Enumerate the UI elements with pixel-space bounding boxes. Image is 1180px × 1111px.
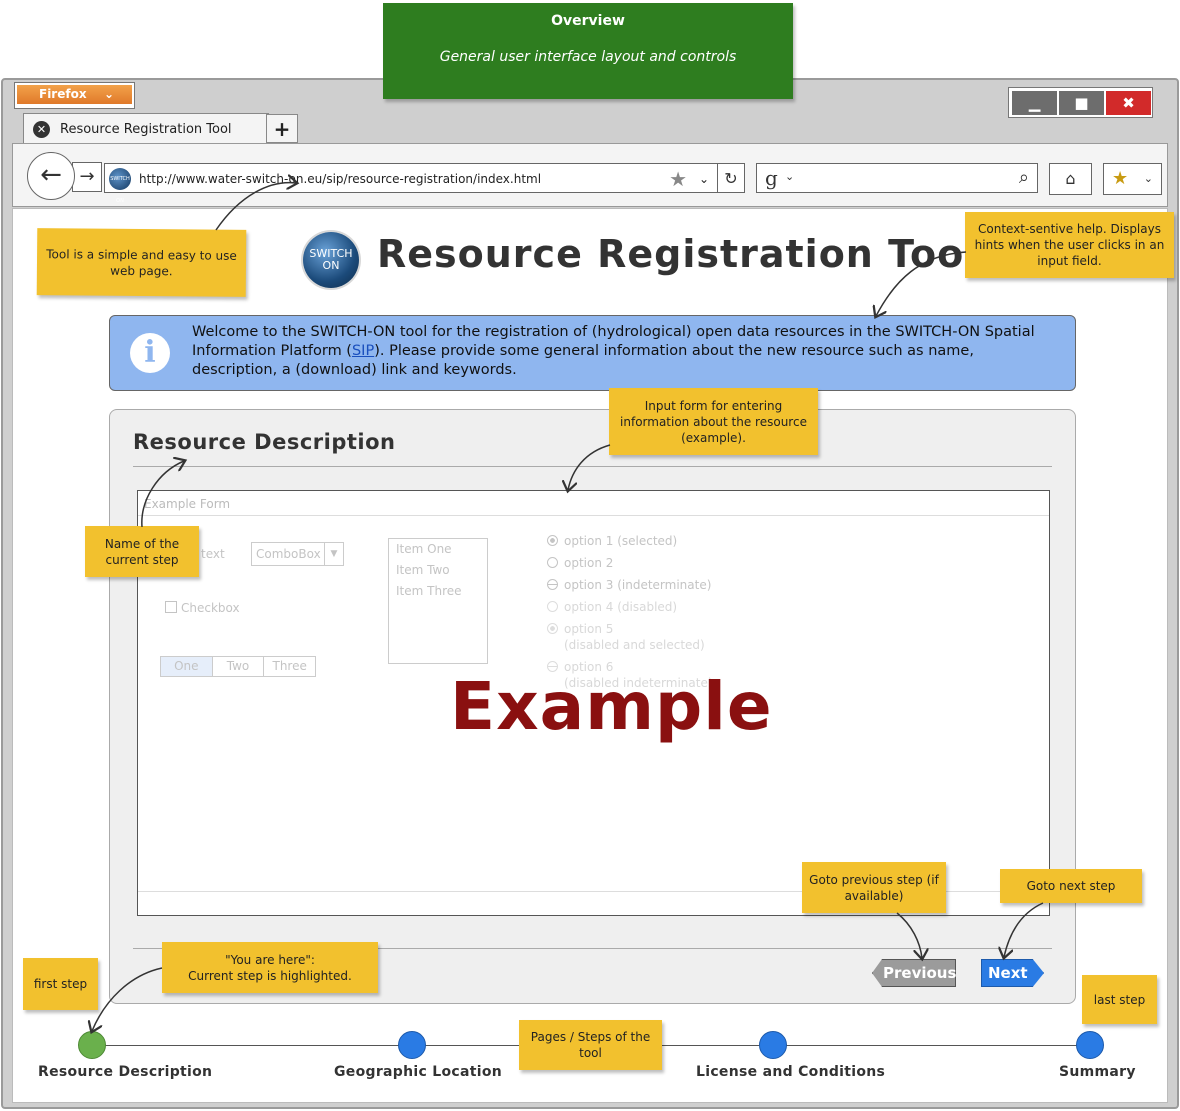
list-item[interactable]: Item Two: [389, 560, 487, 581]
logo-line-2: ON: [322, 259, 340, 272]
step-dot-resource-description[interactable]: [78, 1031, 106, 1059]
radio-option-4: option 4 (disabled): [547, 599, 677, 615]
step-title: Resource Description: [133, 430, 396, 454]
back-button[interactable]: ←: [27, 152, 75, 200]
arrow-right-icon: →: [79, 166, 95, 187]
maximize-button[interactable]: ■: [1059, 91, 1104, 115]
url-text: http://www.water-switch-on.eu/sip/resour…: [139, 172, 542, 186]
chevron-down-icon: ⌄: [103, 87, 114, 101]
radio-selected-icon: [547, 623, 558, 634]
radio-option-5: option 5 (disabled and selected): [547, 621, 705, 653]
step-dot-license-and-conditions[interactable]: [759, 1031, 787, 1059]
close-window-button[interactable]: ✖: [1106, 91, 1151, 115]
new-tab-button[interactable]: +: [266, 114, 298, 143]
firefox-menu-label: Firefox: [39, 87, 87, 101]
list-box[interactable]: Item One Item Two Item Three: [388, 538, 488, 664]
text-label: text: [201, 547, 225, 561]
reload-icon: ↻: [724, 169, 738, 188]
sip-link[interactable]: SIP: [352, 343, 374, 359]
reload-button[interactable]: ↻: [717, 163, 745, 193]
radio-option-2[interactable]: option 2: [547, 555, 613, 571]
address-bar[interactable]: SWITCH ON http://www.water-switch-on.eu/…: [104, 163, 718, 204]
list-item[interactable]: Item One: [389, 539, 487, 560]
segment-one[interactable]: One: [161, 657, 213, 676]
segment-two[interactable]: Two: [213, 657, 265, 676]
radio-label: option 2: [564, 556, 614, 570]
form-header: Example Form: [138, 491, 1049, 516]
tab-title: Resource Registration Tool: [60, 122, 232, 137]
info-icon: i: [130, 333, 170, 373]
note-previous: Goto previous step (if available): [802, 862, 946, 913]
radio-option-1[interactable]: option 1 (selected): [547, 533, 677, 549]
page-title: Resource Registration Tool: [377, 232, 979, 276]
next-button[interactable]: Next: [981, 959, 1044, 987]
overview-subtitle: General user interface layout and contro…: [439, 49, 737, 65]
radio-sublabel: (disabled and selected): [564, 638, 705, 652]
list-item[interactable]: Item Three: [389, 581, 487, 602]
segment-three[interactable]: Three: [264, 657, 315, 676]
radio-label: option 5: [564, 622, 614, 636]
forward-button[interactable]: →: [72, 162, 102, 192]
combobox-value: ComboBox: [256, 547, 321, 561]
step-label-geographic-location[interactable]: Geographic Location: [334, 1064, 502, 1080]
note-next: Goto next step: [1000, 869, 1142, 903]
close-tab-icon[interactable]: ✕: [33, 121, 50, 138]
bookmark-star-icon[interactable]: ★: [669, 164, 687, 194]
previous-button[interactable]: Previous: [872, 959, 956, 987]
note-pages-steps: Pages / Steps of the tool: [519, 1020, 662, 1070]
note-you-are-here-line2: Current step is highlighted.: [188, 968, 352, 983]
radio-icon: [547, 601, 558, 612]
step-label-license-and-conditions[interactable]: License and Conditions: [696, 1064, 885, 1080]
step-label-resource-description[interactable]: Resource Description: [38, 1064, 212, 1080]
minimize-button[interactable]: ▁: [1012, 91, 1057, 115]
chevron-down-icon[interactable]: ⌄: [699, 164, 709, 194]
bookmarks-star-icon: ★: [1112, 168, 1129, 189]
step-label-summary[interactable]: Summary: [1059, 1064, 1136, 1080]
note-input-form: Input form for entering information abou…: [609, 388, 818, 455]
note-simple: Tool is a simple and easy to use web pag…: [36, 228, 247, 297]
step-dot-summary[interactable]: [1076, 1031, 1104, 1059]
note-last-step: last step: [1082, 975, 1157, 1024]
combobox[interactable]: ComboBox ▼: [251, 542, 344, 566]
note-you-are-here-line1: "You are here":: [225, 952, 315, 967]
note-first-step: first step: [23, 958, 98, 1010]
firefox-menu-button[interactable]: Firefox ⌄: [14, 82, 135, 109]
segmented-control: One Two Three: [160, 656, 316, 677]
radio-label: option 3 (indeterminate): [564, 578, 712, 592]
site-favicon: SWITCH ON: [109, 168, 131, 204]
google-icon[interactable]: g: [765, 166, 778, 190]
browser-tab[interactable]: ✕ Resource Registration Tool: [23, 113, 269, 145]
info-text: Welcome to the SWITCH-ON tool for the re…: [192, 323, 1052, 380]
note-you-are-here: "You are here": Current step is highligh…: [162, 942, 378, 993]
arrow-left-icon: ←: [40, 160, 62, 190]
switch-on-logo: SWITCH ON: [303, 232, 359, 288]
window-controls: ▁ ■ ✖: [1008, 87, 1153, 118]
home-icon: ⌂: [1065, 169, 1076, 188]
radio-indeterminate-icon: [547, 579, 558, 590]
radio-option-3[interactable]: option 3 (indeterminate): [547, 577, 711, 593]
chevron-down-icon[interactable]: ▼: [324, 543, 343, 565]
search-icon[interactable]: ⌕: [1019, 167, 1029, 188]
overview-title: Overview: [551, 13, 625, 29]
chevron-down-icon: ⌄: [1143, 172, 1153, 185]
checkbox[interactable]: Checkbox: [165, 601, 240, 615]
radio-icon: [547, 557, 558, 568]
note-context-help: Context-sentive help. Displays hints whe…: [965, 212, 1174, 278]
step-dot-geographic-location[interactable]: [398, 1031, 426, 1059]
note-step-name: Name of the current step: [85, 526, 199, 577]
bookmarks-button[interactable]: ★ ⌄: [1103, 163, 1162, 195]
divider: [133, 466, 1052, 467]
search-box[interactable]: g ⌄ ⌕: [756, 163, 1038, 193]
checkbox-label: Checkbox: [181, 601, 240, 615]
radio-label: option 4 (disabled): [564, 600, 678, 614]
info-banner: i Welcome to the SWITCH-ON tool for the …: [109, 315, 1076, 391]
radio-label: option 1 (selected): [564, 534, 678, 548]
checkbox-box[interactable]: [165, 601, 177, 613]
overview-banner: Overview General user interface layout a…: [383, 3, 793, 99]
example-watermark: Example: [450, 668, 773, 745]
radio-selected-icon: [547, 535, 558, 546]
home-button[interactable]: ⌂: [1049, 163, 1092, 195]
chevron-down-icon[interactable]: ⌄: [785, 170, 794, 183]
